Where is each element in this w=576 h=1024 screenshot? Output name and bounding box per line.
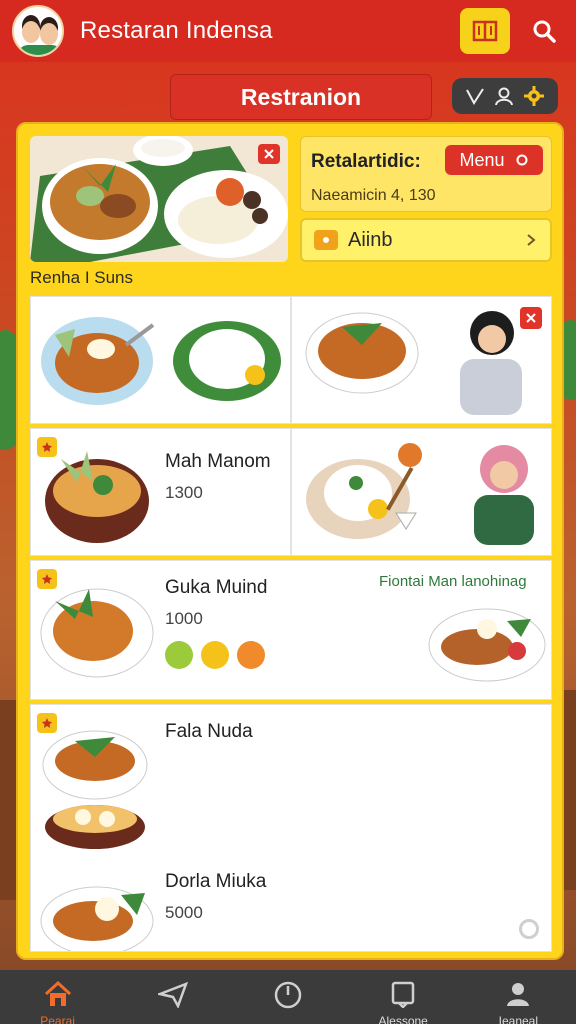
check-icon[interactable] bbox=[464, 85, 486, 107]
avatar-face bbox=[22, 21, 40, 43]
bottom-navigation: Pearai Alessone Ieaneal bbox=[0, 970, 576, 1024]
close-icon bbox=[264, 149, 274, 159]
bookmark-icon bbox=[391, 981, 415, 1008]
tab-restaurant[interactable]: Restranion bbox=[170, 74, 432, 120]
food-illustration bbox=[30, 136, 288, 262]
dish-name: Dorla Miuka bbox=[165, 871, 267, 892]
search-icon bbox=[533, 20, 556, 43]
dish-row: Mah Manom 1300 bbox=[30, 428, 552, 556]
nav-send[interactable] bbox=[133, 970, 213, 1024]
rating-badge bbox=[237, 641, 265, 669]
user-icon[interactable] bbox=[493, 85, 515, 107]
dish-illustration bbox=[41, 317, 281, 405]
dish-illustration bbox=[306, 443, 534, 545]
promo-note: Fiontai Man lanohinag bbox=[379, 573, 527, 590]
remove-dish-button[interactable] bbox=[520, 307, 542, 329]
dish-card[interactable] bbox=[291, 428, 552, 556]
dish-name: Fala Nuda bbox=[165, 721, 253, 742]
rating-badge bbox=[165, 641, 193, 669]
avatar[interactable] bbox=[12, 5, 64, 57]
profile-icon bbox=[507, 983, 530, 1006]
nav-home[interactable]: Pearai bbox=[18, 970, 98, 1024]
dish-illustration bbox=[45, 451, 149, 543]
search-button[interactable] bbox=[524, 8, 564, 54]
refresh-icon bbox=[516, 154, 528, 166]
dish-card[interactable]: Guka Muind 1000 Fiontai Man lanohinag bbox=[30, 560, 552, 700]
restaurant-info-subtitle: Naeamicin 4, 130 bbox=[311, 187, 436, 204]
dish-illustration bbox=[42, 730, 148, 849]
clock-icon bbox=[274, 981, 302, 1009]
restaurant-info: Retalartidic: Menu Naeamicin 4, 130 bbox=[300, 136, 552, 212]
dish-illustration bbox=[428, 608, 546, 682]
dish-row: Fala Nuda Dorla Miuka 5000 bbox=[30, 704, 552, 952]
nav-clock[interactable] bbox=[248, 970, 328, 1024]
dish-card[interactable]: Mah Manom 1300 bbox=[30, 428, 291, 556]
action-button-label: Aiinb bbox=[348, 228, 393, 251]
home-icon bbox=[44, 980, 71, 1006]
rating-badge bbox=[201, 641, 229, 669]
chevron-right-icon bbox=[527, 234, 536, 246]
close-hero-button[interactable] bbox=[258, 144, 280, 164]
dish-name: Guka Muind bbox=[165, 577, 268, 598]
avatar-shirt bbox=[18, 45, 62, 55]
nav-label: Ieaneal bbox=[498, 1014, 539, 1024]
send-icon bbox=[157, 981, 188, 1008]
dish-row: Guka Muind 1000 Fiontai Man lanohinag bbox=[30, 560, 552, 700]
nav-profile[interactable]: Ieaneal bbox=[478, 970, 558, 1024]
dish-card[interactable] bbox=[291, 296, 552, 424]
gear-icon[interactable] bbox=[522, 84, 546, 108]
dish-card[interactable]: Fala Nuda Dorla Miuka 5000 bbox=[30, 704, 552, 952]
dish-price: 1000 bbox=[165, 609, 203, 628]
app-title: Restaran Indensa bbox=[80, 17, 273, 44]
dish-illustration bbox=[40, 886, 154, 951]
restaurant-info-title: Retalartidic: bbox=[311, 151, 421, 172]
dish-illustration bbox=[40, 588, 154, 678]
dish-name: Mah Manom bbox=[165, 451, 271, 472]
rating-badges bbox=[165, 641, 265, 669]
dish-price: 1300 bbox=[165, 483, 203, 502]
close-icon bbox=[526, 313, 536, 323]
menu-button-label: Menu bbox=[459, 149, 505, 170]
nav-saved[interactable]: Alessone bbox=[363, 970, 443, 1024]
section-label: Renha I Suns bbox=[30, 268, 134, 287]
menu-button[interactable]: Menu bbox=[445, 145, 543, 175]
dish-card[interactable] bbox=[30, 296, 291, 424]
action-button[interactable]: Aiinb bbox=[300, 218, 552, 262]
controls-chip bbox=[452, 78, 558, 114]
menu-book-button[interactable] bbox=[460, 8, 510, 54]
tag-icon bbox=[314, 230, 338, 250]
nav-label: Alessone bbox=[378, 1014, 428, 1024]
dish-row bbox=[30, 296, 552, 424]
restaurant-card: Retalartidic: Menu Naeamicin 4, 130 Aiin… bbox=[16, 122, 564, 960]
dish-price: 5000 bbox=[165, 903, 203, 922]
avatar-face bbox=[40, 23, 58, 45]
nav-label: Pearai bbox=[40, 1014, 75, 1024]
app-bar: Restaran Indensa bbox=[0, 0, 576, 62]
book-menu-icon bbox=[472, 20, 498, 42]
loading-indicator bbox=[519, 919, 539, 939]
dish-illustration bbox=[305, 311, 522, 415]
featured-dish-image[interactable] bbox=[30, 136, 288, 262]
